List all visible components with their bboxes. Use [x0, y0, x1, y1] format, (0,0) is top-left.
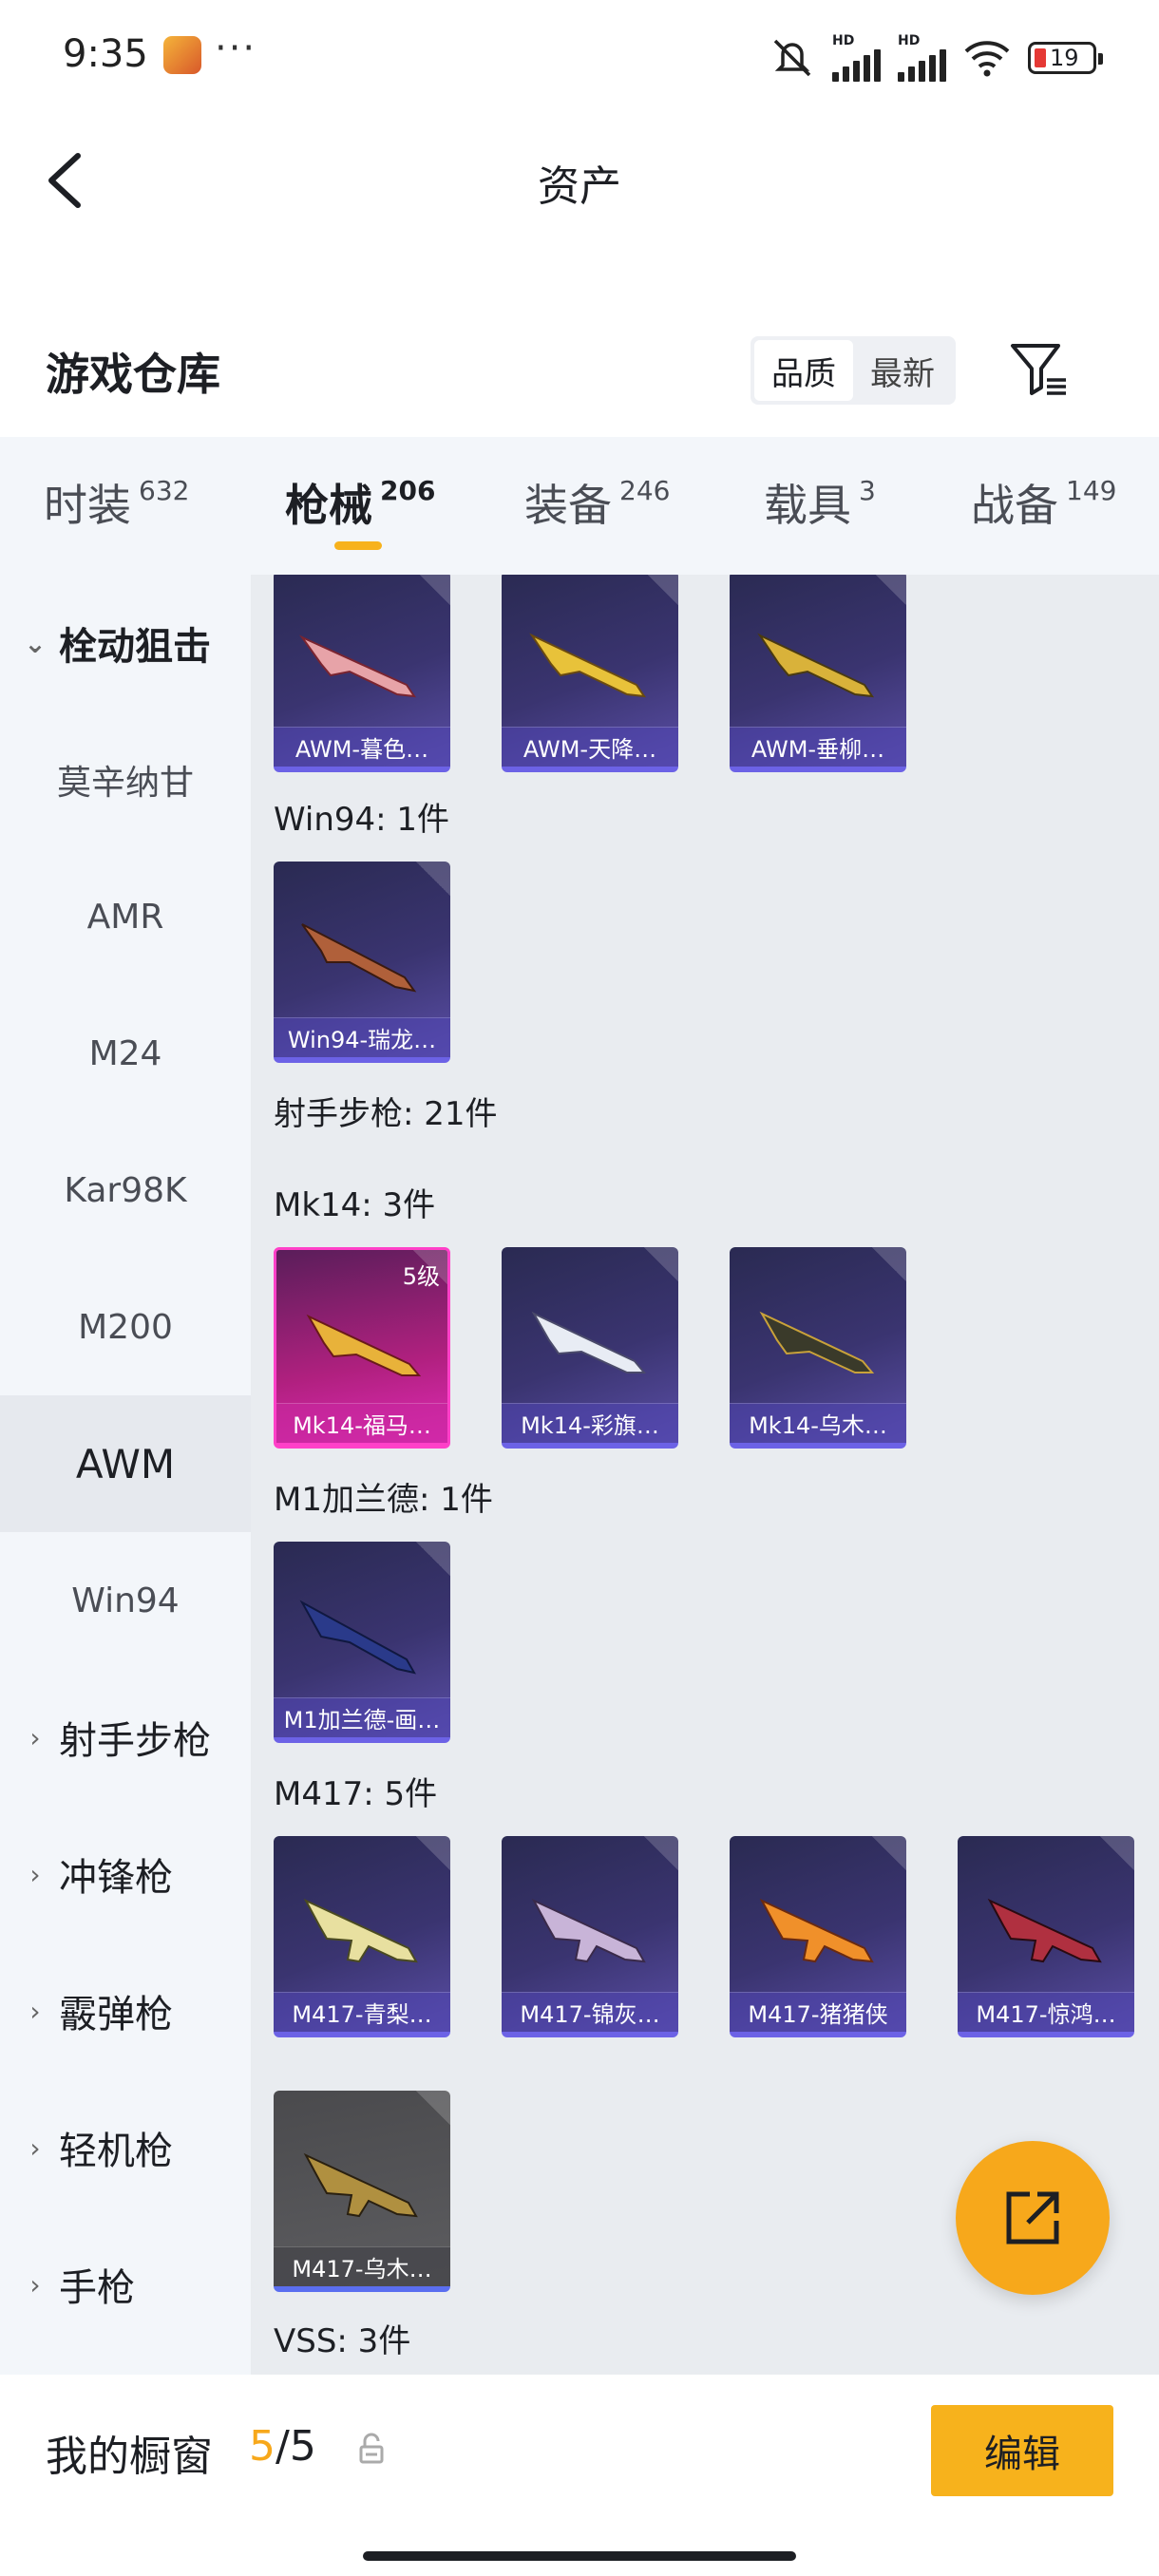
sidebar-group-smg[interactable]: › 冲锋枪: [0, 1806, 251, 1942]
signal-1-icon: HD: [832, 34, 881, 82]
group-heading-vss: VSS: 3件: [274, 2322, 411, 2360]
rifle-icon: [531, 1898, 646, 1963]
weapon-card[interactable]: AWM-天降…: [502, 575, 678, 772]
group-heading-win94: Win94: 1件: [274, 801, 450, 839]
rifle-icon: [301, 923, 417, 993]
sidebar-group-lmg[interactable]: › 轻机枪: [0, 2079, 251, 2216]
weapon-card[interactable]: M417-惊鸿…: [958, 1836, 1134, 2037]
chevron-right-icon: ›: [29, 2268, 41, 2301]
rifle-icon: [759, 1311, 875, 1373]
group-heading-dmr: 射手步枪: 21件: [274, 1095, 498, 1133]
weapon-card[interactable]: M417-青梨…: [274, 1836, 450, 2037]
sidebar-item-m24[interactable]: M24: [0, 985, 251, 1122]
active-tab-indicator: [334, 541, 382, 550]
chevron-right-icon: ›: [29, 1858, 41, 1890]
status-bar: 9:35 ··· HD HD 19: [0, 0, 1159, 114]
weapon-card[interactable]: AWM-垂柳…: [730, 575, 906, 772]
rifle-icon: [987, 1898, 1102, 1963]
signal-2-icon: HD: [898, 34, 946, 82]
weapon-card[interactable]: 5级 Mk14-福马…: [274, 1247, 450, 1449]
weapon-list: AWM-暮色… AWM-天降… AWM-垂柳… Win94: 1件 Win94-…: [251, 575, 1159, 2375]
weapon-card[interactable]: M1加兰德-画…: [274, 1542, 450, 1743]
weapon-card[interactable]: M417-锦灰…: [502, 1836, 678, 2037]
tab-firearms[interactable]: 枪械 206: [285, 471, 435, 534]
mute-icon: [773, 39, 811, 77]
status-icons: HD HD 19: [770, 34, 1103, 82]
chevron-right-icon: ›: [29, 1995, 41, 2027]
sort-quality-button[interactable]: 品质: [754, 340, 853, 401]
sidebar-item-win94[interactable]: Win94: [0, 1532, 251, 1669]
sidebar-group-dmr[interactable]: › 射手步枪: [0, 1669, 251, 1806]
battery-icon: 19: [1028, 42, 1103, 74]
tab-supplies[interactable]: 战备 149: [971, 471, 1116, 534]
weapon-card[interactable]: Mk14-乌木…: [730, 1247, 906, 1449]
rifle-icon: [299, 1600, 416, 1675]
showcase-count: 5/5: [249, 2422, 316, 2471]
category-tabs: 时装 632 枪械 206 装备 246 载具 3 战备 149: [0, 437, 1159, 575]
rifle-icon: [531, 1311, 647, 1373]
status-time: 9:35: [63, 32, 148, 76]
sidebar-group-pistol[interactable]: › 手枪: [0, 2216, 251, 2353]
sidebar-group-bolt-action[interactable]: ⌄ 栓动狙击: [0, 575, 251, 711]
weapon-card[interactable]: AWM-暮色…: [274, 575, 450, 772]
wifi-icon: [964, 41, 1010, 77]
weapon-card[interactable]: Win94-瑞龙…: [274, 862, 450, 1063]
showcase-label: 我的橱窗: [46, 2433, 213, 2481]
app-header: 资产: [0, 123, 1159, 237]
app-notification-icon: [163, 36, 201, 74]
sidebar-item-mosin[interactable]: 莫辛纳甘: [0, 711, 251, 848]
rifle-icon: [529, 633, 647, 698]
lock-icon: [359, 2433, 384, 2464]
chevron-right-icon: ›: [29, 1721, 41, 1753]
filter-icon[interactable]: [1007, 338, 1070, 401]
weapon-card[interactable]: M417-猪猪侠: [730, 1836, 906, 2037]
sidebar-item-kar98k[interactable]: Kar98K: [0, 1122, 251, 1259]
tab-equipment[interactable]: 装备 246: [524, 471, 670, 534]
share-icon: [1006, 2191, 1059, 2245]
sidebar-item-m200[interactable]: M200: [0, 1259, 251, 1395]
group-heading-mk14: Mk14: 3件: [274, 1186, 436, 1224]
page-title: 资产: [538, 162, 621, 211]
sort-toggle: 品质 最新: [750, 336, 956, 405]
rifle-icon: [757, 633, 875, 698]
section-title: 游戏仓库: [46, 349, 220, 400]
warehouse-header: 游戏仓库 品质 最新: [0, 313, 1159, 427]
rifle-icon: [303, 1898, 418, 1963]
chevron-right-icon: ›: [29, 2131, 41, 2164]
tab-fashion[interactable]: 时装 632: [44, 471, 189, 534]
edit-button[interactable]: 编辑: [931, 2405, 1113, 2496]
weapon-card[interactable]: M417-乌木…: [274, 2091, 450, 2292]
rifle-icon: [759, 1898, 874, 1963]
rifle-icon: [303, 2152, 418, 2218]
rifle-icon: [299, 635, 417, 698]
weapon-card[interactable]: Mk14-彩旗…: [502, 1247, 678, 1449]
sidebar-group-shotgun[interactable]: › 霰弹枪: [0, 1942, 251, 2079]
chevron-down-icon: ⌄: [24, 627, 47, 659]
rifle-icon: [306, 1314, 422, 1376]
share-button[interactable]: [956, 2141, 1110, 2295]
group-heading-m1: M1加兰德: 1件: [274, 1481, 493, 1519]
tab-vehicles[interactable]: 载具 3: [764, 471, 876, 534]
weapon-category-sidebar: ⌄ 栓动狙击 莫辛纳甘 AMR M24 Kar98K M200 AWM Win94…: [0, 575, 251, 2375]
sidebar-item-amr[interactable]: AMR: [0, 848, 251, 985]
level-badge: 5级: [402, 1263, 440, 1290]
group-heading-m417: M417: 5件: [274, 1775, 438, 1813]
sidebar-item-awm[interactable]: AWM: [0, 1395, 251, 1532]
showcase-bar: 我的橱窗 5/5 编辑: [0, 2375, 1159, 2576]
more-notifications-icon: ···: [215, 27, 257, 70]
home-indicator[interactable]: [363, 2551, 796, 2561]
sort-newest-button[interactable]: 最新: [853, 340, 952, 401]
